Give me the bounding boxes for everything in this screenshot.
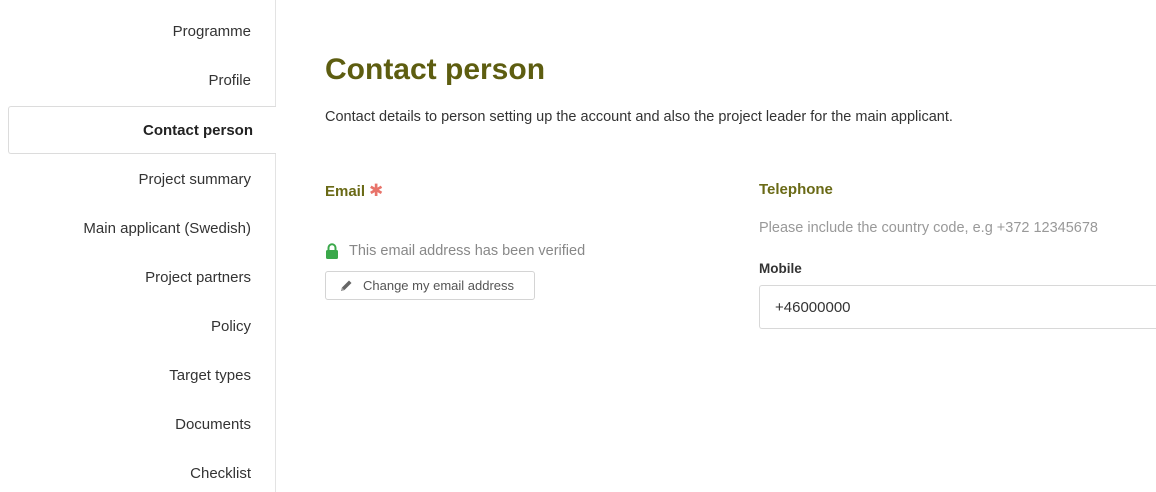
email-verified-status: This email address has been verified — [325, 243, 585, 259]
sidebar-item-contact-person[interactable]: Contact person — [8, 106, 276, 154]
mobile-phone-input[interactable] — [759, 285, 1156, 329]
sidebar-item-project-partners[interactable]: Project partners — [145, 269, 251, 286]
telephone-label: Telephone — [759, 181, 833, 198]
main-content: Contact person Contact details to person… — [325, 0, 1156, 492]
email-label-text: Email — [325, 183, 366, 200]
mobile-label: Mobile — [759, 261, 802, 276]
lock-icon — [325, 243, 339, 259]
telephone-hint: Please include the country code, e.g +37… — [759, 220, 1098, 236]
sidebar-item-profile[interactable]: Profile — [208, 72, 251, 89]
sidebar-item-project-summary[interactable]: Project summary — [138, 171, 251, 188]
pencil-icon — [340, 279, 353, 292]
sidebar-item-documents[interactable]: Documents — [175, 416, 251, 433]
sidebar-item-policy[interactable]: Policy — [211, 318, 251, 335]
sidebar-nav: Programme Profile Contact person Project… — [0, 0, 276, 492]
sidebar-item-target-types[interactable]: Target types — [169, 367, 251, 384]
sidebar-item-checklist[interactable]: Checklist — [190, 465, 251, 482]
required-asterisk-icon: ✱ — [369, 181, 384, 200]
email-verified-text: This email address has been verified — [349, 243, 586, 259]
change-email-button[interactable]: Change my email address — [325, 271, 535, 300]
sidebar-item-main-applicant[interactable]: Main applicant (Swedish) — [83, 220, 251, 237]
sidebar-item-programme[interactable]: Programme — [173, 23, 251, 40]
email-label: Email ✱ — [325, 181, 383, 201]
change-email-button-label: Change my email address — [363, 278, 515, 293]
page-title: Contact person — [325, 53, 546, 86]
page-description: Contact details to person setting up the… — [325, 109, 953, 125]
